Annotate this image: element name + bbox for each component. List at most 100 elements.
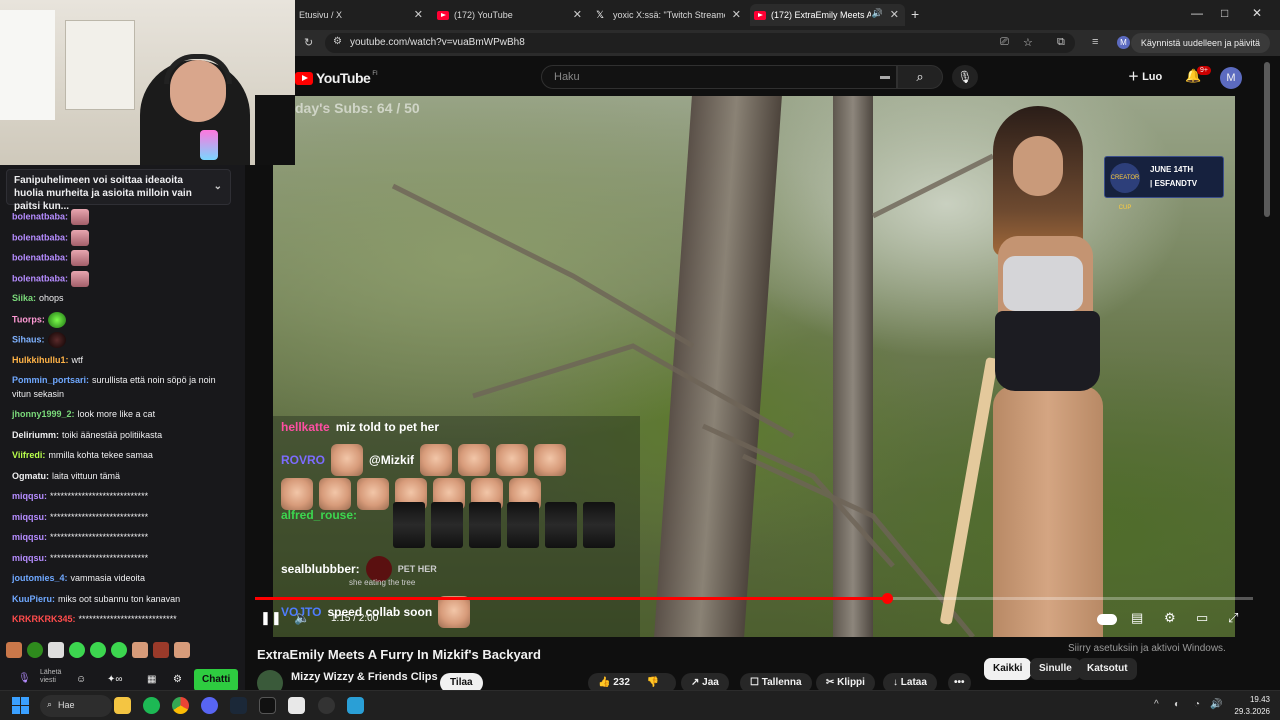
chat-username[interactable]: Tuorps:	[12, 314, 45, 324]
reload-icon[interactable]: ↻	[304, 36, 313, 49]
maximize-icon[interactable]: □	[1221, 6, 1228, 20]
chat-emote[interactable]	[69, 642, 85, 658]
omnibox[interactable]: ⚙ youtube.com/watch?v=vuaBmWPwBh8	[325, 33, 1075, 53]
fullscreen-icon[interactable]: ⤢	[1228, 610, 1238, 626]
extensions-icon[interactable]: ⧉	[1057, 36, 1065, 49]
video-progress-bar[interactable]	[255, 593, 1253, 604]
chat-emote[interactable]	[6, 642, 22, 658]
wifi-icon[interactable]: ◔	[1194, 699, 1200, 710]
steam-icon[interactable]	[230, 697, 247, 714]
close-window-icon[interactable]: ✕	[1252, 6, 1262, 20]
x-app-icon[interactable]	[259, 697, 276, 714]
chat-username[interactable]: KuuPieru:	[12, 594, 55, 604]
profile-avatar[interactable]: M	[1117, 36, 1130, 49]
minimize-icon[interactable]: —	[1191, 6, 1203, 20]
discord-icon[interactable]	[201, 697, 218, 714]
chat-username[interactable]: miqqsu:	[12, 532, 47, 542]
file-explorer-icon[interactable]	[114, 697, 131, 714]
chat-username[interactable]: Siika:	[12, 293, 36, 303]
tab-x-post[interactable]: 𝕏 yoxic X:ssä: "Twitch Streamer In ✕	[592, 4, 747, 26]
progress-scrubber[interactable]	[881, 593, 893, 604]
chat-emote[interactable]	[111, 642, 127, 658]
chat-username[interactable]: bolenatbaba:	[12, 273, 68, 283]
chat-username[interactable]: miqqsu:	[12, 512, 47, 522]
speaker-icon[interactable]: 🔊	[872, 8, 883, 19]
settings-gear-icon[interactable]: ⚙	[173, 674, 182, 685]
chat-username[interactable]: Viifredi:	[12, 450, 45, 460]
media-control-icon[interactable]: ≡	[1092, 36, 1098, 48]
chat-username[interactable]: Ogmatu:	[12, 471, 49, 481]
thumbs-down-icon[interactable]: 👎	[647, 677, 659, 688]
chat-username[interactable]: Pommin_portsari:	[12, 375, 89, 385]
chat-username[interactable]: bolenatbaba:	[12, 232, 68, 242]
chat-emote[interactable]	[48, 642, 64, 658]
chat-emote[interactable]	[153, 642, 169, 658]
obs-icon[interactable]	[318, 697, 335, 714]
create-button[interactable]: ＋ Luo	[1128, 68, 1162, 84]
chat-username[interactable]: miqqsu:	[12, 553, 47, 563]
install-app-icon[interactable]: ⎚	[1000, 36, 1009, 49]
close-tab-icon[interactable]: ✕	[732, 8, 741, 21]
tab-x-home[interactable]: Etusivu / X ✕	[295, 4, 429, 26]
site-info-icon[interactable]: ⚙	[333, 36, 342, 47]
taskbar-clock[interactable]: 19.43 29.3.2026	[1234, 694, 1270, 718]
chat-username[interactable]: jhonny1999_2:	[12, 409, 75, 419]
search-button[interactable]: ⌕	[897, 65, 943, 89]
chat-emote[interactable]	[27, 642, 43, 658]
notepad-icon[interactable]	[347, 697, 364, 714]
autoplay-toggle[interactable]	[1097, 614, 1117, 625]
bits-icon[interactable]: ✦∞	[107, 674, 123, 685]
chat-username[interactable]: joutomies_4:	[12, 573, 68, 583]
chat-send-button[interactable]: Chatti	[194, 669, 239, 691]
send-message-input[interactable]: Lähetä viesti	[40, 669, 72, 685]
chat-emote[interactable]	[90, 642, 106, 658]
location-icon[interactable]: ◐	[1174, 699, 1180, 710]
chip-all[interactable]: Kaikki	[984, 658, 1032, 680]
youtube-logo[interactable]: YouTube FI	[295, 70, 378, 86]
subtitles-icon[interactable]: ▤	[1131, 610, 1143, 626]
new-tab-icon[interactable]: +	[911, 6, 919, 22]
pause-icon[interactable]: ❚❚	[260, 610, 282, 626]
chat-username[interactable]: Sihaus:	[12, 334, 45, 344]
theater-mode-icon[interactable]: ▭	[1196, 610, 1208, 626]
chat-username[interactable]: Deliriumm:	[12, 430, 59, 440]
bookmark-star-icon[interactable]: ☆	[1023, 36, 1033, 49]
video-player[interactable]: day's Subs: 64 / 50 CREATOR CUP JUNE 14T…	[273, 96, 1235, 637]
windows-start-icon[interactable]	[12, 697, 29, 714]
close-tab-icon[interactable]: ✕	[573, 8, 582, 21]
account-avatar[interactable]: M	[1220, 67, 1242, 89]
close-tab-icon[interactable]: ✕	[890, 8, 899, 21]
chat-username[interactable]: bolenatbaba:	[12, 252, 68, 262]
chip-watched[interactable]: Katsotut	[1078, 658, 1137, 680]
restart-update-button[interactable]: Käynnistä uudelleen ja päivitä	[1130, 33, 1270, 53]
app-icon[interactable]	[288, 697, 305, 714]
tab-current-video[interactable]: (172) ExtraEmily Meets A Fu 🔊 ✕	[750, 4, 905, 26]
store-icon[interactable]: ▦	[147, 674, 156, 685]
settings-gear-icon[interactable]: ⚙	[1164, 610, 1176, 626]
chat-username[interactable]: miqqsu:	[12, 491, 47, 501]
taskbar-search[interactable]: ⌕ Hae	[40, 695, 112, 717]
volume-icon[interactable]: 🔊	[1210, 699, 1222, 710]
voice-search-button[interactable]: 🎙	[952, 65, 978, 89]
page-scrollbar[interactable]	[1264, 62, 1270, 217]
chrome-icon[interactable]	[172, 697, 189, 714]
tab-youtube-home[interactable]: (172) YouTube ✕	[433, 4, 588, 26]
keyboard-icon[interactable]: ▬	[880, 71, 890, 82]
chevron-down-icon[interactable]: ⌄	[214, 180, 222, 193]
tray-chevron-icon[interactable]: ^	[1154, 699, 1159, 710]
stream-chat-panel: Fanipuhelimeen voi soittaa ideaoita huol…	[0, 165, 245, 690]
microphone-icon[interactable]: 🎙	[18, 673, 31, 684]
emoji-icon[interactable]: ☺	[76, 674, 86, 685]
close-tab-icon[interactable]: ✕	[414, 8, 423, 21]
pinned-message[interactable]: Fanipuhelimeen voi soittaa ideaoita huol…	[6, 169, 231, 212]
chat-username[interactable]: KRKRKRK345:	[12, 614, 76, 624]
spotify-icon[interactable]	[143, 697, 160, 714]
chat-username[interactable]: bolenatbaba:	[12, 211, 68, 221]
chip-for-you[interactable]: Sinulle	[1030, 658, 1081, 680]
chat-emote[interactable]	[174, 642, 190, 658]
chat-username[interactable]: Hulkkihullu1:	[12, 355, 69, 365]
chat-emote[interactable]	[132, 642, 148, 658]
search-input[interactable]: Haku	[541, 65, 897, 89]
channel-name[interactable]: Mizzy Wizzy & Friends Clips	[291, 671, 438, 683]
volume-icon[interactable]: 🔈	[294, 610, 310, 626]
